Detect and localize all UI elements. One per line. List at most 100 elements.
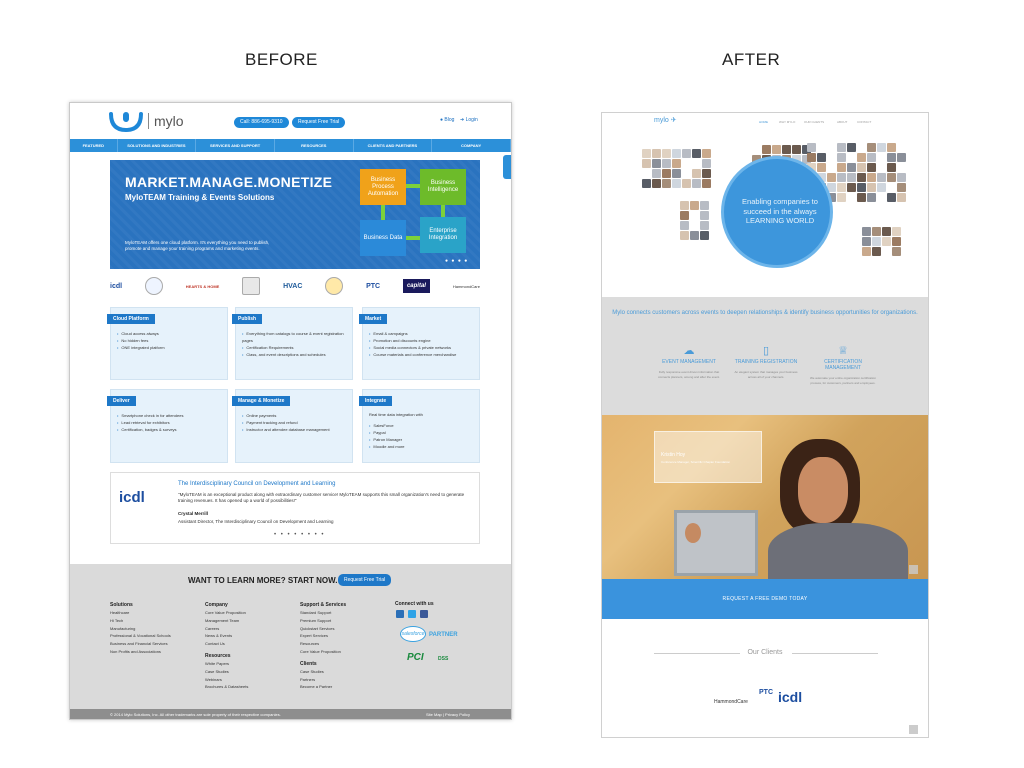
footer-col-solutions: Solutions Healthcare Hi Tech Manufacturi… bbox=[110, 601, 171, 656]
card-item: Everything from catalogs to course & eve… bbox=[242, 330, 350, 344]
hero-subtitle: MyloTEAM Training & Events Solutions bbox=[125, 193, 275, 202]
hero-box-data: Business Data bbox=[360, 220, 406, 256]
photo-tile bbox=[680, 201, 689, 210]
nav-solutions[interactable]: SOLUTIONS AND INDUSTRIES bbox=[118, 139, 197, 152]
call-button[interactable]: Call: 886-695-9310 bbox=[234, 117, 289, 128]
footer-link[interactable]: Case Studies bbox=[205, 668, 248, 676]
request-demo-button[interactable]: REQUEST A FREE DEMO TODAY bbox=[602, 579, 928, 619]
scroll-up-icon[interactable] bbox=[909, 565, 918, 574]
after-nav-why[interactable]: WHY MYLO bbox=[779, 120, 795, 124]
photo-tile bbox=[867, 183, 876, 192]
feature-title: TRAINING REGISTRATION bbox=[734, 359, 798, 365]
login-link[interactable]: ➜ Login bbox=[460, 117, 478, 123]
photo-tile bbox=[867, 163, 876, 172]
footer-link[interactable]: Manufacturing bbox=[110, 625, 171, 633]
capital-logo: capital bbox=[402, 279, 430, 293]
photo-tile bbox=[867, 173, 876, 182]
after-nav-clients[interactable]: OUR CLIENTS bbox=[804, 120, 824, 124]
footer-link[interactable]: Brochures & Datasheets bbox=[205, 683, 248, 691]
after-nav-home[interactable]: HOME bbox=[759, 120, 768, 124]
footer-link[interactable]: Become a Partner bbox=[300, 683, 346, 691]
photo-tile bbox=[692, 169, 701, 178]
photo-tile bbox=[847, 173, 856, 182]
after-logo[interactable]: mylo ✈ bbox=[654, 116, 677, 124]
side-feedback-tab[interactable] bbox=[503, 155, 511, 179]
photo-tile bbox=[782, 145, 791, 154]
hammondcare-logo: HammondCare bbox=[452, 283, 480, 289]
card-title: Deliver bbox=[107, 396, 136, 406]
sitemap-privacy-links[interactable]: Site Map | Privacy Policy bbox=[426, 709, 470, 719]
footer-link[interactable]: Professional & Vocational Schools bbox=[110, 632, 171, 640]
footer-link[interactable]: Premium Support bbox=[300, 617, 346, 625]
after-nav-about[interactable]: ABOUT bbox=[837, 120, 847, 124]
footer-request-trial-button[interactable]: Request Free Trial bbox=[338, 574, 392, 586]
hero-banner[interactable]: MARKET.MANAGE.MONETIZE MyloTEAM Training… bbox=[110, 160, 480, 269]
footer-link[interactable]: White Papers bbox=[205, 660, 248, 668]
photo-tile bbox=[862, 247, 871, 256]
footer-link[interactable]: Careers bbox=[205, 625, 248, 633]
footer-link[interactable]: Standard Support bbox=[300, 609, 346, 617]
footer-link[interactable]: Partners bbox=[300, 676, 346, 684]
logo-wordmark: mylo bbox=[148, 113, 184, 129]
photo-tile bbox=[680, 231, 689, 240]
salesforce-logo: salesforce bbox=[400, 626, 426, 642]
testimonial-box: icdl The Interdisciplinary Council on De… bbox=[110, 472, 480, 544]
carousel-dots[interactable]: ● ● ● ● bbox=[445, 258, 468, 264]
after-nav-contact[interactable]: CONTACT bbox=[857, 120, 871, 124]
testimonial-text: "MyloTEAM is an exceptional product alon… bbox=[178, 492, 465, 503]
photo-tile bbox=[692, 149, 701, 158]
photo-tile bbox=[662, 159, 671, 168]
linkedin-icon[interactable] bbox=[396, 610, 404, 618]
card-title: Market bbox=[359, 314, 388, 324]
before-header: mylo Call: 886-695-9310 Request Free Tri… bbox=[70, 103, 511, 139]
seal-logo bbox=[144, 277, 163, 295]
footer-link[interactable]: Healthcare bbox=[110, 609, 171, 617]
nav-clients[interactable]: CLIENTS AND PARTNERS bbox=[354, 139, 433, 152]
before-main-nav: FEATURED SOLUTIONS AND INDUSTRIES SERVIC… bbox=[70, 139, 511, 152]
photo-tile bbox=[652, 179, 661, 188]
card-title: Publish bbox=[232, 314, 263, 324]
testimonial-carousel-dots[interactable]: • • • • • • • • bbox=[274, 532, 325, 538]
footer-link[interactable]: Core Value Proposition bbox=[300, 648, 346, 656]
photo-tile bbox=[672, 159, 681, 168]
footer-link[interactable]: Webinars bbox=[205, 676, 248, 684]
after-hero-world-map: Enabling companies to succeed in the alw… bbox=[602, 131, 928, 297]
facebook-icon[interactable] bbox=[420, 610, 428, 618]
footer-link[interactable]: Hi Tech bbox=[110, 617, 171, 625]
photo-tile bbox=[857, 153, 866, 162]
footer-link[interactable]: News & Events bbox=[205, 632, 248, 640]
twitter-icon[interactable] bbox=[408, 610, 416, 618]
photo-tile bbox=[877, 173, 886, 182]
photo-tile bbox=[847, 183, 856, 192]
footer-link[interactable]: Management Team bbox=[205, 617, 248, 625]
photo-tile bbox=[662, 169, 671, 178]
footer-link[interactable]: Quickstart Services bbox=[300, 625, 346, 633]
photo-tile bbox=[872, 237, 881, 246]
blog-link[interactable]: ● Blog bbox=[440, 117, 454, 123]
nav-company[interactable]: COMPANY bbox=[432, 139, 511, 152]
mylo-logo-icon[interactable] bbox=[108, 110, 144, 137]
nav-resources[interactable]: RESOURCES bbox=[275, 139, 354, 152]
card-item: Course materials and conference merchand… bbox=[369, 351, 477, 358]
footer-link[interactable]: Non Profits and Associations bbox=[110, 648, 171, 656]
nav-featured[interactable]: FEATURED bbox=[70, 139, 118, 152]
testimonial-title[interactable]: The Interdisciplinary Council on Develop… bbox=[178, 481, 335, 487]
photo-tile bbox=[817, 153, 826, 162]
scroll-up-icon[interactable] bbox=[909, 725, 918, 734]
testimonial-role: Conference Manager, Scientific Chapter F… bbox=[661, 460, 731, 464]
footer-link[interactable]: Contact Us bbox=[205, 640, 248, 648]
footer-link[interactable]: Business and Financial Services bbox=[110, 640, 171, 648]
footer-link[interactable]: Resources bbox=[300, 640, 346, 648]
footer-link[interactable]: Expert Services bbox=[300, 632, 346, 640]
photo-tile bbox=[897, 193, 906, 202]
footer-link[interactable]: Core Value Proposition bbox=[205, 609, 248, 617]
hvac-logo: HVAC bbox=[283, 282, 303, 290]
footer-link[interactable]: Case Studies bbox=[300, 668, 346, 676]
request-trial-button[interactable]: Request Free Trial bbox=[292, 117, 346, 128]
photo-tile bbox=[862, 227, 871, 236]
feature-card-deliver: Deliver Smartphone check in for attendee… bbox=[107, 389, 228, 463]
nav-services[interactable]: SERVICES AND SUPPORT bbox=[196, 139, 275, 152]
footer-heading: Clients bbox=[300, 660, 317, 667]
photo-tile bbox=[672, 169, 681, 178]
feature-card-publish: Publish Everything from catalogs to cour… bbox=[232, 307, 353, 380]
